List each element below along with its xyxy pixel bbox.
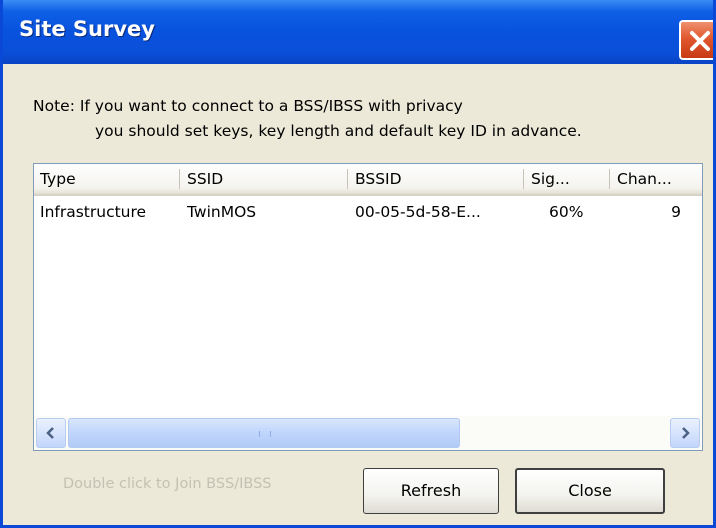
close-button[interactable]: Close	[515, 468, 665, 514]
privacy-note: Note: If you want to connect to a BSS/IB…	[33, 94, 582, 144]
scroll-left-button[interactable]	[36, 418, 66, 448]
column-divider[interactable]	[523, 169, 524, 189]
cell-channel: 9	[671, 203, 681, 221]
close-window-button[interactable]	[679, 20, 713, 60]
note-line-1: Note: If you want to connect to a BSS/IB…	[33, 97, 463, 115]
site-survey-dialog: Site Survey Note: If you want to connect…	[0, 0, 716, 528]
column-header-ssid[interactable]: SSID	[181, 164, 347, 194]
cell-type: Infrastructure	[40, 203, 147, 221]
column-header-channel[interactable]: Chan...	[611, 164, 699, 194]
arrow-right-icon	[682, 427, 690, 439]
table-row[interactable]: Infrastructure TwinMOS 00-05-5d-58-E... …	[34, 198, 702, 226]
column-divider[interactable]	[179, 169, 180, 189]
horizontal-scrollbar[interactable]	[34, 416, 702, 450]
column-divider[interactable]	[347, 169, 348, 189]
scroll-thumb[interactable]	[68, 418, 460, 448]
cell-bssid: 00-05-5d-58-E...	[355, 203, 481, 221]
refresh-button[interactable]: Refresh	[363, 468, 499, 514]
close-x-icon	[690, 31, 710, 51]
arrow-left-icon	[46, 427, 54, 439]
title-bar[interactable]: Site Survey	[3, 0, 713, 64]
bss-list[interactable]: Type SSID BSSID Sig... Chan... Infrastru…	[33, 163, 703, 451]
cell-ssid: TwinMOS	[187, 203, 257, 221]
column-divider[interactable]	[609, 169, 610, 189]
scroll-right-button[interactable]	[670, 418, 700, 448]
thumb-grip	[259, 431, 271, 437]
list-header: Type SSID BSSID Sig... Chan...	[34, 164, 702, 196]
note-line-2: you should set keys, key length and defa…	[95, 122, 582, 140]
window-title: Site Survey	[19, 17, 155, 41]
join-hint: Double click to Join BSS/IBSS	[63, 476, 272, 492]
cell-signal: 60%	[549, 203, 584, 221]
column-header-type[interactable]: Type	[34, 164, 179, 194]
column-header-signal[interactable]: Sig...	[525, 164, 609, 194]
column-header-bssid[interactable]: BSSID	[349, 164, 523, 194]
